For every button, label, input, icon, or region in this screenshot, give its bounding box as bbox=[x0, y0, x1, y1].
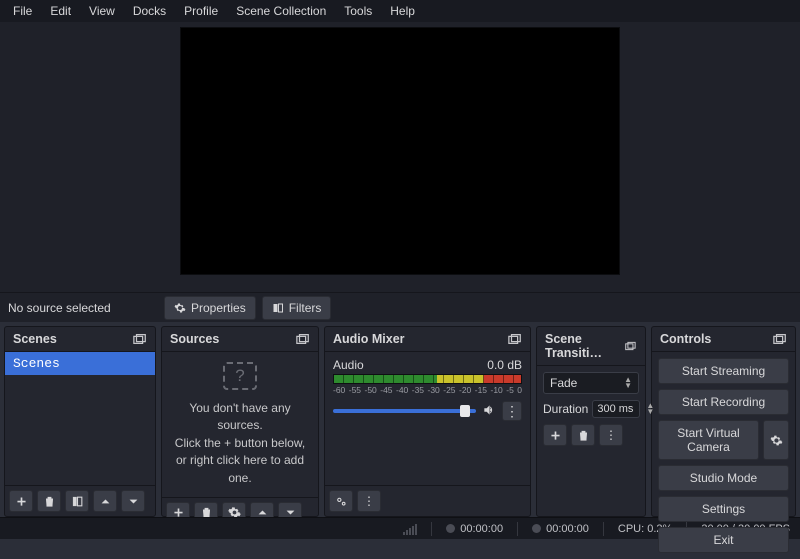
plus-icon bbox=[549, 429, 562, 442]
mute-button[interactable] bbox=[482, 403, 496, 420]
source-status-text: No source selected bbox=[8, 301, 158, 315]
transition-properties-button[interactable]: ⋮ bbox=[599, 424, 623, 446]
rec-time: 00:00:00 bbox=[546, 523, 589, 535]
properties-label: Properties bbox=[191, 301, 246, 315]
live-status: 00:00:00 bbox=[446, 523, 503, 535]
transition-add-button[interactable] bbox=[543, 424, 567, 446]
menu-view[interactable]: View bbox=[80, 1, 124, 21]
scenes-dock: Scenes Scenes bbox=[4, 326, 156, 517]
docks-row: Scenes Scenes Sources ? You don't have a… bbox=[0, 322, 800, 517]
duration-label: Duration bbox=[543, 402, 588, 416]
chevron-down-icon bbox=[127, 495, 140, 508]
menu-tools[interactable]: Tools bbox=[335, 1, 381, 21]
live-dot-icon bbox=[446, 524, 455, 533]
network-indicator bbox=[403, 523, 417, 535]
undock-icon[interactable] bbox=[508, 333, 522, 345]
audio-meter bbox=[333, 374, 522, 384]
live-time: 00:00:00 bbox=[460, 523, 503, 535]
mixer-channel-name: Audio bbox=[333, 358, 364, 372]
scene-move-down-button[interactable] bbox=[121, 490, 145, 512]
transitions-title: Scene Transiti… bbox=[545, 332, 625, 360]
mixer-channel-level: 0.0 dB bbox=[487, 358, 522, 372]
mixer-title: Audio Mixer bbox=[333, 332, 405, 346]
channel-options-button[interactable]: ⋮ bbox=[502, 401, 522, 421]
dots-icon: ⋮ bbox=[605, 428, 617, 442]
virtual-camera-config-button[interactable] bbox=[763, 420, 789, 460]
transition-select[interactable]: Fade ▲▼ bbox=[543, 372, 639, 394]
undock-icon[interactable] bbox=[133, 333, 147, 345]
preview-area bbox=[0, 22, 800, 292]
studio-mode-button[interactable]: Studio Mode bbox=[658, 465, 789, 491]
mixer-advanced-button[interactable] bbox=[329, 490, 353, 512]
sources-dock: Sources ? You don't have any sources. Cl… bbox=[161, 326, 319, 517]
scene-remove-button[interactable] bbox=[37, 490, 61, 512]
menu-scene-collection[interactable]: Scene Collection bbox=[227, 1, 335, 21]
scene-columns-icon bbox=[71, 495, 84, 508]
dots-icon: ⋮ bbox=[363, 494, 375, 508]
undock-icon[interactable] bbox=[625, 340, 637, 352]
sources-empty-line2: Click the + button below, bbox=[175, 435, 305, 452]
scene-add-button[interactable] bbox=[9, 490, 33, 512]
select-arrows-icon: ▲▼ bbox=[624, 377, 632, 389]
start-virtual-camera-button[interactable]: Start Virtual Camera bbox=[658, 420, 759, 460]
question-icon: ? bbox=[223, 362, 257, 390]
scenes-title: Scenes bbox=[13, 332, 57, 346]
undock-icon[interactable] bbox=[773, 333, 787, 345]
menu-docks[interactable]: Docks bbox=[124, 1, 175, 21]
filters-icon bbox=[272, 302, 284, 314]
audio-meter-ticks: -60-55-50-45-40-35-30-25-20-15-10-50 bbox=[333, 385, 522, 395]
scene-move-up-button[interactable] bbox=[93, 490, 117, 512]
mixer-menu-button[interactable]: ⋮ bbox=[357, 490, 381, 512]
sources-empty-line1: You don't have any sources. bbox=[172, 400, 308, 435]
rec-status: 00:00:00 bbox=[532, 523, 589, 535]
start-recording-button[interactable]: Start Recording bbox=[658, 389, 789, 415]
menu-file[interactable]: File bbox=[4, 1, 41, 21]
scene-filter-button[interactable] bbox=[65, 490, 89, 512]
menu-profile[interactable]: Profile bbox=[175, 1, 227, 21]
volume-slider[interactable] bbox=[333, 409, 476, 413]
rec-dot-icon bbox=[532, 524, 541, 533]
gear-icon bbox=[770, 434, 783, 447]
menu-edit[interactable]: Edit bbox=[41, 1, 80, 21]
plus-icon bbox=[15, 495, 28, 508]
trash-icon bbox=[43, 495, 56, 508]
trash-icon bbox=[577, 429, 590, 442]
gear-icon bbox=[174, 302, 186, 314]
sources-empty-state[interactable]: ? You don't have any sources. Click the … bbox=[162, 352, 318, 497]
controls-title: Controls bbox=[660, 332, 711, 346]
menubar: File Edit View Docks Profile Scene Colle… bbox=[0, 0, 800, 22]
signal-bars-icon bbox=[403, 523, 417, 535]
scene-item[interactable]: Scenes bbox=[5, 352, 155, 375]
properties-button[interactable]: Properties bbox=[164, 296, 256, 320]
filters-button[interactable]: Filters bbox=[262, 296, 332, 320]
sources-empty-line3: or right click here to add one. bbox=[172, 452, 308, 487]
gears-icon bbox=[335, 495, 348, 508]
undock-icon[interactable] bbox=[296, 333, 310, 345]
audio-mixer-dock: Audio Mixer Audio 0.0 dB -60-55-50-45-40… bbox=[324, 326, 531, 517]
speaker-icon bbox=[482, 403, 496, 417]
start-streaming-button[interactable]: Start Streaming bbox=[658, 358, 789, 384]
filters-label: Filters bbox=[289, 301, 322, 315]
sources-title: Sources bbox=[170, 332, 219, 346]
duration-input[interactable] bbox=[592, 400, 640, 418]
chevron-up-icon bbox=[99, 495, 112, 508]
source-toolbar: No source selected Properties Filters bbox=[0, 292, 800, 322]
exit-button[interactable]: Exit bbox=[658, 527, 789, 553]
transitions-dock: Scene Transiti… Fade ▲▼ Duration ▲▼ ⋮ bbox=[536, 326, 646, 517]
preview-canvas[interactable] bbox=[180, 27, 620, 275]
transition-current: Fade bbox=[550, 376, 577, 390]
settings-button[interactable]: Settings bbox=[658, 496, 789, 522]
transition-remove-button[interactable] bbox=[571, 424, 595, 446]
controls-dock: Controls Start Streaming Start Recording… bbox=[651, 326, 796, 517]
menu-help[interactable]: Help bbox=[381, 1, 424, 21]
